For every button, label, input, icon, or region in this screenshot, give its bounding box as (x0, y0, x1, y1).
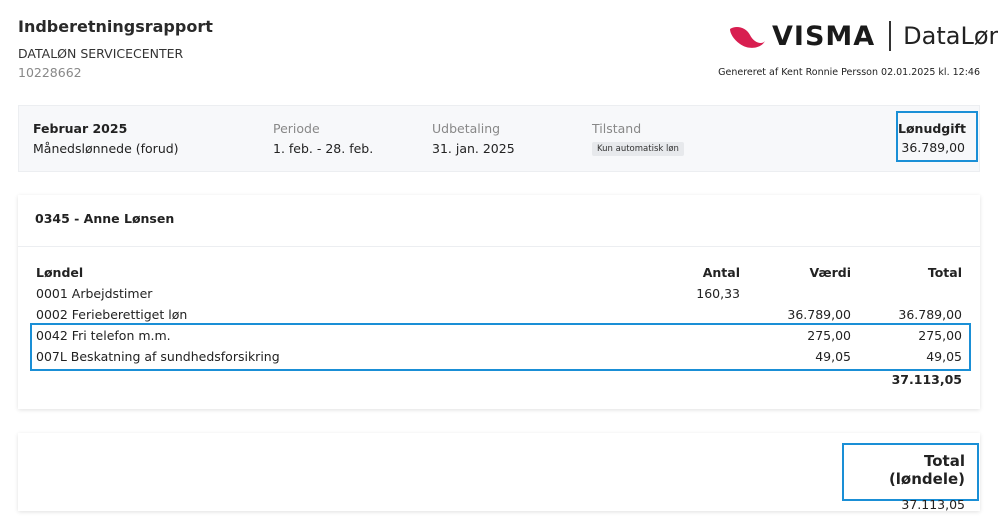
summary-month: Februar 2025 Månedslønnede (forud) (33, 121, 179, 156)
grand-total-highlight: Total (løndele) 37.113,05 (842, 443, 979, 512)
employee-card: 0345 - Anne Lønsen Løndel Antal Værdi To… (18, 195, 980, 409)
row-total: 36.789,00 (898, 307, 962, 322)
logo-divider (889, 21, 892, 51)
subtotal-row: 37.113,05 (18, 372, 980, 392)
col-header-vaerdi: Værdi (809, 265, 852, 280)
subtotal-value: 37.113,05 (891, 372, 962, 387)
table-row: 0001 Arbejdstimer 160,33 (18, 286, 980, 306)
cost-label: Lønudgift (898, 121, 966, 136)
summary-period: Periode 1. feb. - 28. feb. (273, 121, 373, 156)
row-name: 0001 Arbejdstimer (36, 286, 153, 301)
payroll-cost-highlight: Lønudgift 36.789,00 (896, 111, 978, 162)
company-name: DATALØN SERVICECENTER (18, 46, 184, 61)
payout-value: 31. jan. 2025 (432, 141, 515, 156)
row-antal: 160,33 (696, 286, 740, 301)
table-header: Løndel Antal Værdi Total (18, 265, 980, 285)
cost-value: 36.789,00 (901, 140, 965, 155)
visma-dataloen-logo: VISMA DataLøn (728, 18, 998, 54)
dataloen-wordmark: DataLøn (903, 22, 998, 50)
status-badge: Kun automatisk løn (592, 142, 684, 156)
row-name: 0002 Ferieberettiget løn (36, 307, 188, 322)
grand-total-label: Total (løndele) (888, 452, 965, 488)
col-header-total: Total (927, 265, 962, 280)
report-title: Indberetningsrapport (18, 17, 213, 36)
col-header-name: Løndel (36, 265, 84, 280)
row-vaerdi: 36.789,00 (787, 307, 851, 322)
summary-payout: Udbetaling 31. jan. 2025 (432, 121, 515, 156)
generated-info: Genereret af Kent Ronnie Persson 02.01.2… (718, 67, 980, 78)
payout-label: Udbetaling (432, 121, 501, 136)
employee-name: 0345 - Anne Lønsen (35, 211, 175, 226)
company-id: 10228662 (18, 65, 82, 80)
grand-total-value: 37.113,05 (901, 497, 965, 512)
payroll-summary-card: Februar 2025 Månedslønnede (forud) Perio… (18, 105, 980, 172)
employee-divider (18, 246, 980, 247)
period-label: Periode (273, 121, 320, 136)
summary-status: Tilstand Kun automatisk løn (592, 121, 684, 156)
pay-type: Månedslønnede (forud) (33, 141, 179, 156)
grand-total-card: Total (løndele) 37.113,05 (18, 433, 980, 512)
col-header-antal: Antal (702, 265, 740, 280)
visma-wordmark: VISMA (772, 20, 876, 52)
month-label: Februar 2025 (33, 121, 128, 136)
highlighted-rows-frame (30, 323, 971, 371)
period-value: 1. feb. - 28. feb. (273, 141, 374, 156)
visma-swoosh-icon (730, 27, 765, 48)
status-label: Tilstand (592, 121, 642, 136)
